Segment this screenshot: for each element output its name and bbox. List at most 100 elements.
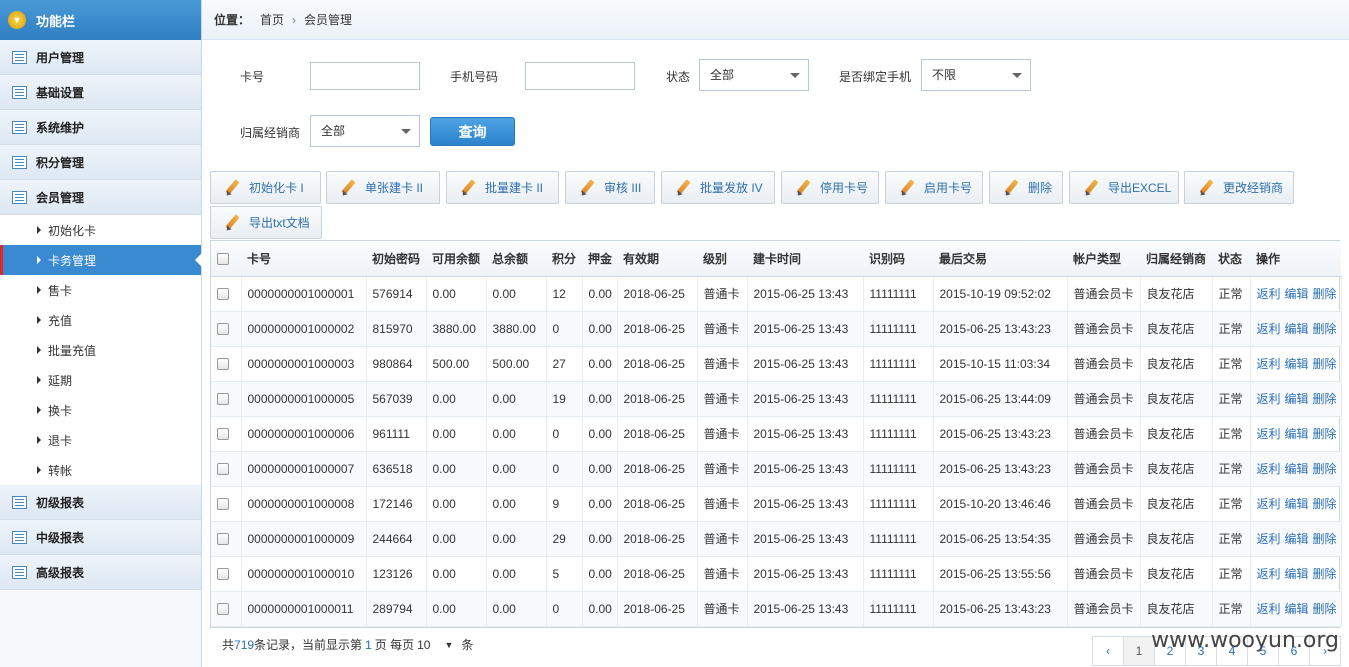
row-action-link[interactable]: 返利 [1257, 602, 1281, 616]
row-action-link[interactable]: 返利 [1257, 462, 1281, 476]
row-action-link[interactable]: 删除 [1313, 427, 1337, 441]
row-action-link[interactable]: 编辑 [1285, 322, 1309, 336]
sidebar-sub-item[interactable]: 批量充值 [0, 335, 201, 365]
table-cell: 2015-10-15 11:03:34 [933, 346, 1068, 382]
row-action-link[interactable]: 编辑 [1285, 392, 1309, 406]
row-action-link[interactable]: 编辑 [1285, 567, 1309, 581]
table-row: 0000000001000002 815970 3880.00 3880.00 0 0.0… [211, 311, 1342, 347]
row-action-link[interactable]: 编辑 [1285, 287, 1309, 301]
table-cell: 普通会员卡 [1067, 416, 1141, 452]
query-button[interactable]: 查询 [430, 117, 515, 146]
row-action-link[interactable]: 删除 [1313, 602, 1337, 616]
toolbar-button[interactable]: 更改经销商 [1184, 171, 1294, 204]
sidebar-sub-item[interactable]: 充值 [0, 305, 201, 335]
row-checkbox[interactable] [217, 603, 229, 616]
row-action-link[interactable]: 编辑 [1285, 427, 1309, 441]
table-cell: 567039 [366, 381, 427, 417]
caret-right-icon [37, 256, 41, 264]
row-action-link[interactable]: 编辑 [1285, 602, 1309, 616]
sidebar-sub-item[interactable]: 换卡 [0, 395, 201, 425]
sidebar-sub-item[interactable]: 退卡 [0, 425, 201, 455]
toolbar-button-label: 初始化卡 I [249, 181, 304, 195]
sidebar-sub-item[interactable]: 延期 [0, 365, 201, 395]
row-checkbox[interactable] [217, 463, 229, 476]
select-all-checkbox[interactable] [217, 253, 229, 266]
row-action-link[interactable]: 返利 [1257, 357, 1281, 371]
row-checkbox[interactable] [217, 393, 229, 406]
row-action-link[interactable]: 返利 [1257, 392, 1281, 406]
sidebar-group[interactable]: 基础设置 [0, 75, 201, 110]
toolbar-button[interactable]: 导出EXCEL [1069, 171, 1179, 204]
row-action-link[interactable]: 编辑 [1285, 462, 1309, 476]
row-action-link[interactable]: 返利 [1257, 287, 1281, 301]
table-cell: 0 [546, 591, 583, 627]
status-select[interactable]: 全部 [699, 59, 809, 91]
row-checkbox[interactable] [217, 288, 229, 301]
toolbar-button[interactable]: 审核 III [565, 171, 655, 204]
dealer-select[interactable]: 全部 [310, 115, 420, 147]
row-checkbox[interactable] [217, 428, 229, 441]
row-action-link[interactable]: 删除 [1313, 322, 1337, 336]
phone-input[interactable] [525, 62, 635, 90]
sidebar-sub-item[interactable]: 卡务管理 [0, 245, 202, 275]
table-cell: 3880.00 [426, 311, 487, 347]
breadcrumb-home[interactable]: 首页 [260, 11, 284, 28]
row-action-link[interactable]: 删除 [1313, 392, 1337, 406]
list-icon [12, 85, 27, 99]
row-checkbox[interactable] [217, 358, 229, 371]
sidebar-group[interactable]: 系统维护 [0, 110, 201, 145]
table-row: 0000000001000008 172146 0.00 0.00 9 0.00 2018-… [211, 486, 1342, 522]
row-action-link[interactable]: 删除 [1313, 567, 1337, 581]
table-cell: 500.00 [486, 346, 547, 382]
card-number-input[interactable] [310, 62, 420, 90]
page-button[interactable]: ‹ [1092, 636, 1124, 666]
toolbar-button[interactable]: 初始化卡 I [210, 171, 321, 204]
sidebar-group[interactable]: 中级报表 [0, 520, 201, 555]
total-records: 719 [234, 637, 255, 652]
toolbar-button[interactable]: 批量发放 IV [661, 171, 775, 204]
sidebar-sub-item[interactable]: 转帐 [0, 455, 201, 485]
column-header: 可用余额 [426, 241, 486, 277]
row-checkbox[interactable] [217, 323, 229, 336]
row-action-link[interactable]: 删除 [1313, 357, 1337, 371]
toolbar-button-label: 批量发放 IV [700, 181, 763, 195]
sidebar-sub-item[interactable]: 初始化卡 [0, 215, 201, 245]
row-action-link[interactable]: 删除 [1313, 497, 1337, 511]
list-icon [12, 565, 27, 579]
sidebar-group[interactable]: 高级报表 [0, 555, 201, 590]
toolbar-button[interactable]: 导出txt文档 [210, 206, 322, 239]
row-checkbox[interactable] [217, 568, 229, 581]
row-checkbox[interactable] [217, 533, 229, 546]
row-action-link[interactable]: 删除 [1313, 532, 1337, 546]
row-checkbox[interactable] [217, 498, 229, 511]
table-cell: 0.00 [426, 521, 487, 557]
row-action-link[interactable]: 返利 [1257, 567, 1281, 581]
column-header: 操作 [1250, 241, 1341, 277]
chevron-down-icon[interactable]: ▼ [444, 640, 453, 650]
bind-phone-select[interactable]: 不限 [921, 59, 1031, 91]
row-action-link[interactable]: 编辑 [1285, 497, 1309, 511]
row-action-link[interactable]: 编辑 [1285, 532, 1309, 546]
table-cell: 0.00 [582, 346, 618, 382]
toolbar-button[interactable]: 停用卡号 [781, 171, 879, 204]
row-action-link[interactable]: 返利 [1257, 322, 1281, 336]
pencil-icon [223, 179, 241, 197]
sidebar-group[interactable]: 初级报表 [0, 485, 201, 520]
toolbar-button[interactable]: 删除 [989, 171, 1063, 204]
row-action-link[interactable]: 删除 [1313, 287, 1337, 301]
sidebar-sub-item[interactable]: 售卡 [0, 275, 201, 305]
pencil-icon [1002, 179, 1020, 197]
row-action-link[interactable]: 返利 [1257, 497, 1281, 511]
toolbar-button[interactable]: 批量建卡 II [446, 171, 559, 204]
toolbar-button-label: 删除 [1028, 181, 1053, 195]
sidebar-group[interactable]: 积分管理 [0, 145, 201, 180]
toolbar-button[interactable]: 启用卡号 [885, 171, 983, 204]
row-action-link[interactable]: 返利 [1257, 427, 1281, 441]
sidebar-group[interactable]: 会员管理 [0, 180, 201, 215]
row-action-link[interactable]: 返利 [1257, 532, 1281, 546]
toolbar-button[interactable]: 单张建卡 II [326, 171, 440, 204]
row-action-link[interactable]: 编辑 [1285, 357, 1309, 371]
per-page-select[interactable]: 10 [417, 638, 430, 652]
row-action-link[interactable]: 删除 [1313, 462, 1337, 476]
sidebar-group[interactable]: 用户管理 [0, 40, 201, 75]
